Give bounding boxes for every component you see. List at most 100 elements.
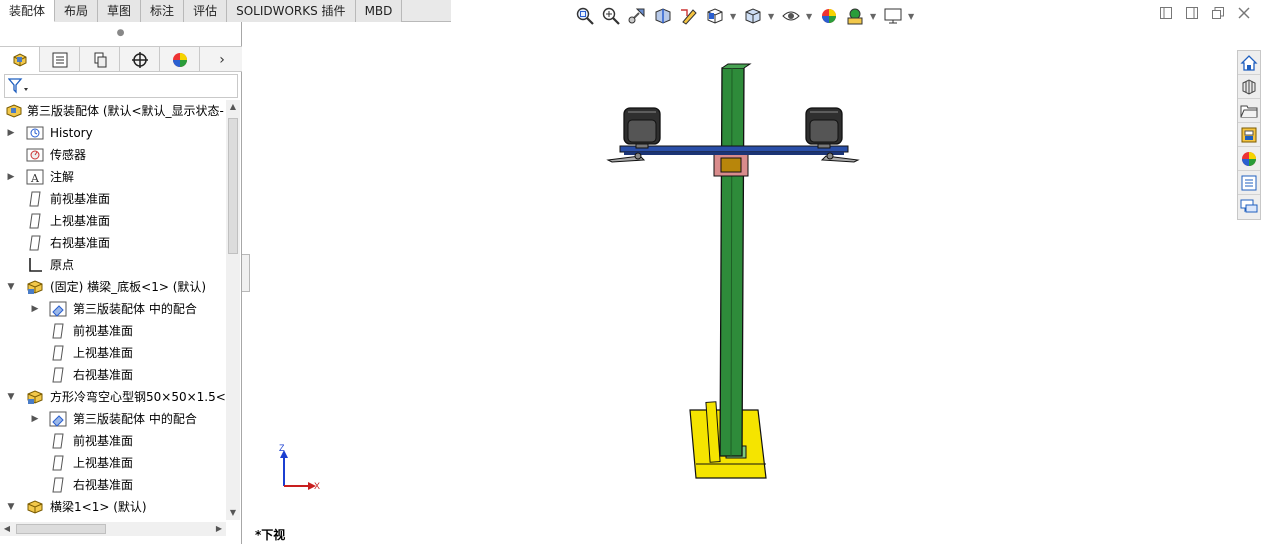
vertical-column[interactable] <box>719 63 752 457</box>
tree-item-top-plane[interactable]: 上视基准面 <box>0 452 226 474</box>
hide-show-items-button[interactable] <box>780 5 802 27</box>
tree-item-label: 右视基准面 <box>73 368 134 382</box>
view-settings-button[interactable] <box>882 5 904 27</box>
chevron-right-icon[interactable]: › <box>202 47 242 72</box>
tree-item-label: 前视基准面 <box>50 192 111 206</box>
part-icon <box>27 500 43 514</box>
expand-arrow-icon[interactable]: ▶ <box>6 122 16 144</box>
section-view-button[interactable] <box>652 5 674 27</box>
tree-item-front-plane[interactable]: 前视基准面 <box>0 320 226 342</box>
properties-icon <box>1241 175 1257 190</box>
scroll-right-icon[interactable]: ▶ <box>212 522 226 536</box>
tree-item-right-plane[interactable]: 右视基准面 <box>0 364 226 386</box>
chevron-down-icon[interactable]: ▼ <box>908 12 916 21</box>
tree-item-component[interactable]: ▼ 方形冷弯空心型钢50×50×1.5<1 <box>0 386 226 408</box>
tab-sketch[interactable]: 草图 <box>98 0 142 22</box>
dynamic-annotation-button[interactable] <box>678 5 700 27</box>
filter-icon <box>8 78 28 94</box>
chevron-down-icon[interactable]: ▼ <box>870 12 878 21</box>
mounting-bracket[interactable] <box>713 153 749 177</box>
tab-assembly[interactable]: 装配体 <box>0 0 56 22</box>
tree-item-component[interactable]: ▼ (固定) 横梁_底板<1> (默认) <box>0 276 226 298</box>
part-icon <box>27 280 43 294</box>
scroll-thumb[interactable] <box>16 524 106 534</box>
tree-item-top-plane[interactable]: 上视基准面 <box>0 342 226 364</box>
tree-root[interactable]: 第三版装配体 (默认<默认_显示状态- <box>0 100 226 122</box>
tree-item-top-plane[interactable]: 上视基准面 <box>0 210 226 232</box>
solidworks-resources-button[interactable] <box>1238 51 1260 75</box>
left-camera[interactable] <box>623 107 661 149</box>
crosshair-icon <box>131 51 148 68</box>
expand-arrow-icon[interactable]: ▶ <box>6 166 16 188</box>
chevron-down-icon[interactable]: ▼ <box>730 12 738 21</box>
tab-evaluate[interactable]: 评估 <box>184 0 228 22</box>
edit-appearance-button[interactable] <box>818 5 840 27</box>
expand-arrow-icon[interactable]: ▶ <box>30 408 40 430</box>
tree-item-right-plane[interactable]: 右视基准面 <box>0 474 226 496</box>
view-orientation-button[interactable] <box>704 5 726 27</box>
tree-item-mates[interactable]: ▶ 第三版装配体 中的配合 <box>0 408 226 430</box>
tab-layout[interactable]: 布局 <box>55 0 99 22</box>
right-camera[interactable] <box>805 107 843 149</box>
tree-item-history[interactable]: ▶ History <box>0 122 226 144</box>
tree-item-origin[interactable]: 原点 <box>0 254 226 276</box>
forum-button[interactable] <box>1238 195 1260 219</box>
tree-filter[interactable] <box>4 74 238 98</box>
assembly-icon <box>6 104 22 118</box>
tile-right-icon[interactable] <box>1185 6 1199 20</box>
tree-item-mates[interactable]: ▶ 第三版装配体 中的配合 <box>0 298 226 320</box>
close-icon[interactable] <box>1237 6 1251 20</box>
feature-manager-tab[interactable] <box>0 47 40 72</box>
dimxpert-manager-tab[interactable] <box>120 47 160 72</box>
design-library-button[interactable] <box>1238 75 1260 99</box>
tree-vertical-scrollbar[interactable]: ▲ ▼ <box>226 100 240 520</box>
apply-scene-button[interactable] <box>844 5 866 27</box>
svg-text:A: A <box>30 172 40 185</box>
chevron-down-icon[interactable]: ▼ <box>806 12 814 21</box>
view-orientation-icon <box>707 8 723 24</box>
tree-item-front-plane[interactable]: 前视基准面 <box>0 188 226 210</box>
scroll-left-icon[interactable]: ◀ <box>0 522 14 536</box>
file-explorer-button[interactable] <box>1238 99 1260 123</box>
tab-mbd[interactable]: MBD <box>355 0 403 22</box>
panel-grip[interactable]: ● <box>0 22 241 44</box>
plane-icon <box>52 367 64 383</box>
scroll-up-icon[interactable]: ▲ <box>226 100 240 114</box>
tree-item-right-plane[interactable]: 右视基准面 <box>0 232 226 254</box>
tile-left-icon[interactable] <box>1159 6 1173 20</box>
collapse-arrow-icon[interactable]: ▼ <box>6 496 16 518</box>
tree-item-component[interactable]: ▼ 横梁1<1> (默认) <box>0 496 226 518</box>
chevron-down-icon[interactable]: ▼ <box>768 12 776 21</box>
display-style-button[interactable] <box>742 5 764 27</box>
display-manager-tab[interactable] <box>160 47 200 72</box>
previous-view-button[interactable] <box>626 5 648 27</box>
scroll-down-icon[interactable]: ▼ <box>226 506 240 520</box>
configuration-manager-tab[interactable] <box>80 47 120 72</box>
collapse-arrow-icon[interactable]: ▼ <box>6 276 16 298</box>
expand-arrow-icon[interactable]: ▶ <box>30 298 40 320</box>
coordinate-triad: Z X <box>279 443 320 491</box>
restore-icon[interactable] <box>1211 6 1225 20</box>
tree-item-annotations[interactable]: ▶ A 注解 <box>0 166 226 188</box>
collapse-arrow-icon[interactable]: ▼ <box>6 386 16 408</box>
view-palette-button[interactable] <box>1238 123 1260 147</box>
property-manager-tab[interactable] <box>40 47 80 72</box>
configuration-icon <box>94 52 106 67</box>
zoom-to-fit-button[interactable] <box>574 5 596 27</box>
tree-horizontal-scrollbar[interactable]: ◀ ▶ <box>0 522 226 536</box>
chat-icon <box>1240 199 1258 213</box>
sensor-icon <box>26 148 44 162</box>
tree-item-sensors[interactable]: 传感器 <box>0 144 226 166</box>
appearances-scenes-button[interactable] <box>1238 147 1260 171</box>
tree-item-front-plane[interactable]: 前视基准面 <box>0 430 226 452</box>
panel-collapse-handle[interactable] <box>242 254 250 292</box>
section-view-icon <box>655 8 671 24</box>
tree-item-label: History <box>50 126 93 140</box>
plane-icon <box>52 477 64 493</box>
scroll-thumb[interactable] <box>228 118 238 254</box>
tab-solidworks-addins[interactable]: SOLIDWORKS 插件 <box>227 0 356 22</box>
zoom-to-area-button[interactable] <box>600 5 622 27</box>
assembly-model[interactable] <box>600 60 870 485</box>
tab-markup[interactable]: 标注 <box>141 0 185 22</box>
custom-properties-button[interactable] <box>1238 171 1260 195</box>
